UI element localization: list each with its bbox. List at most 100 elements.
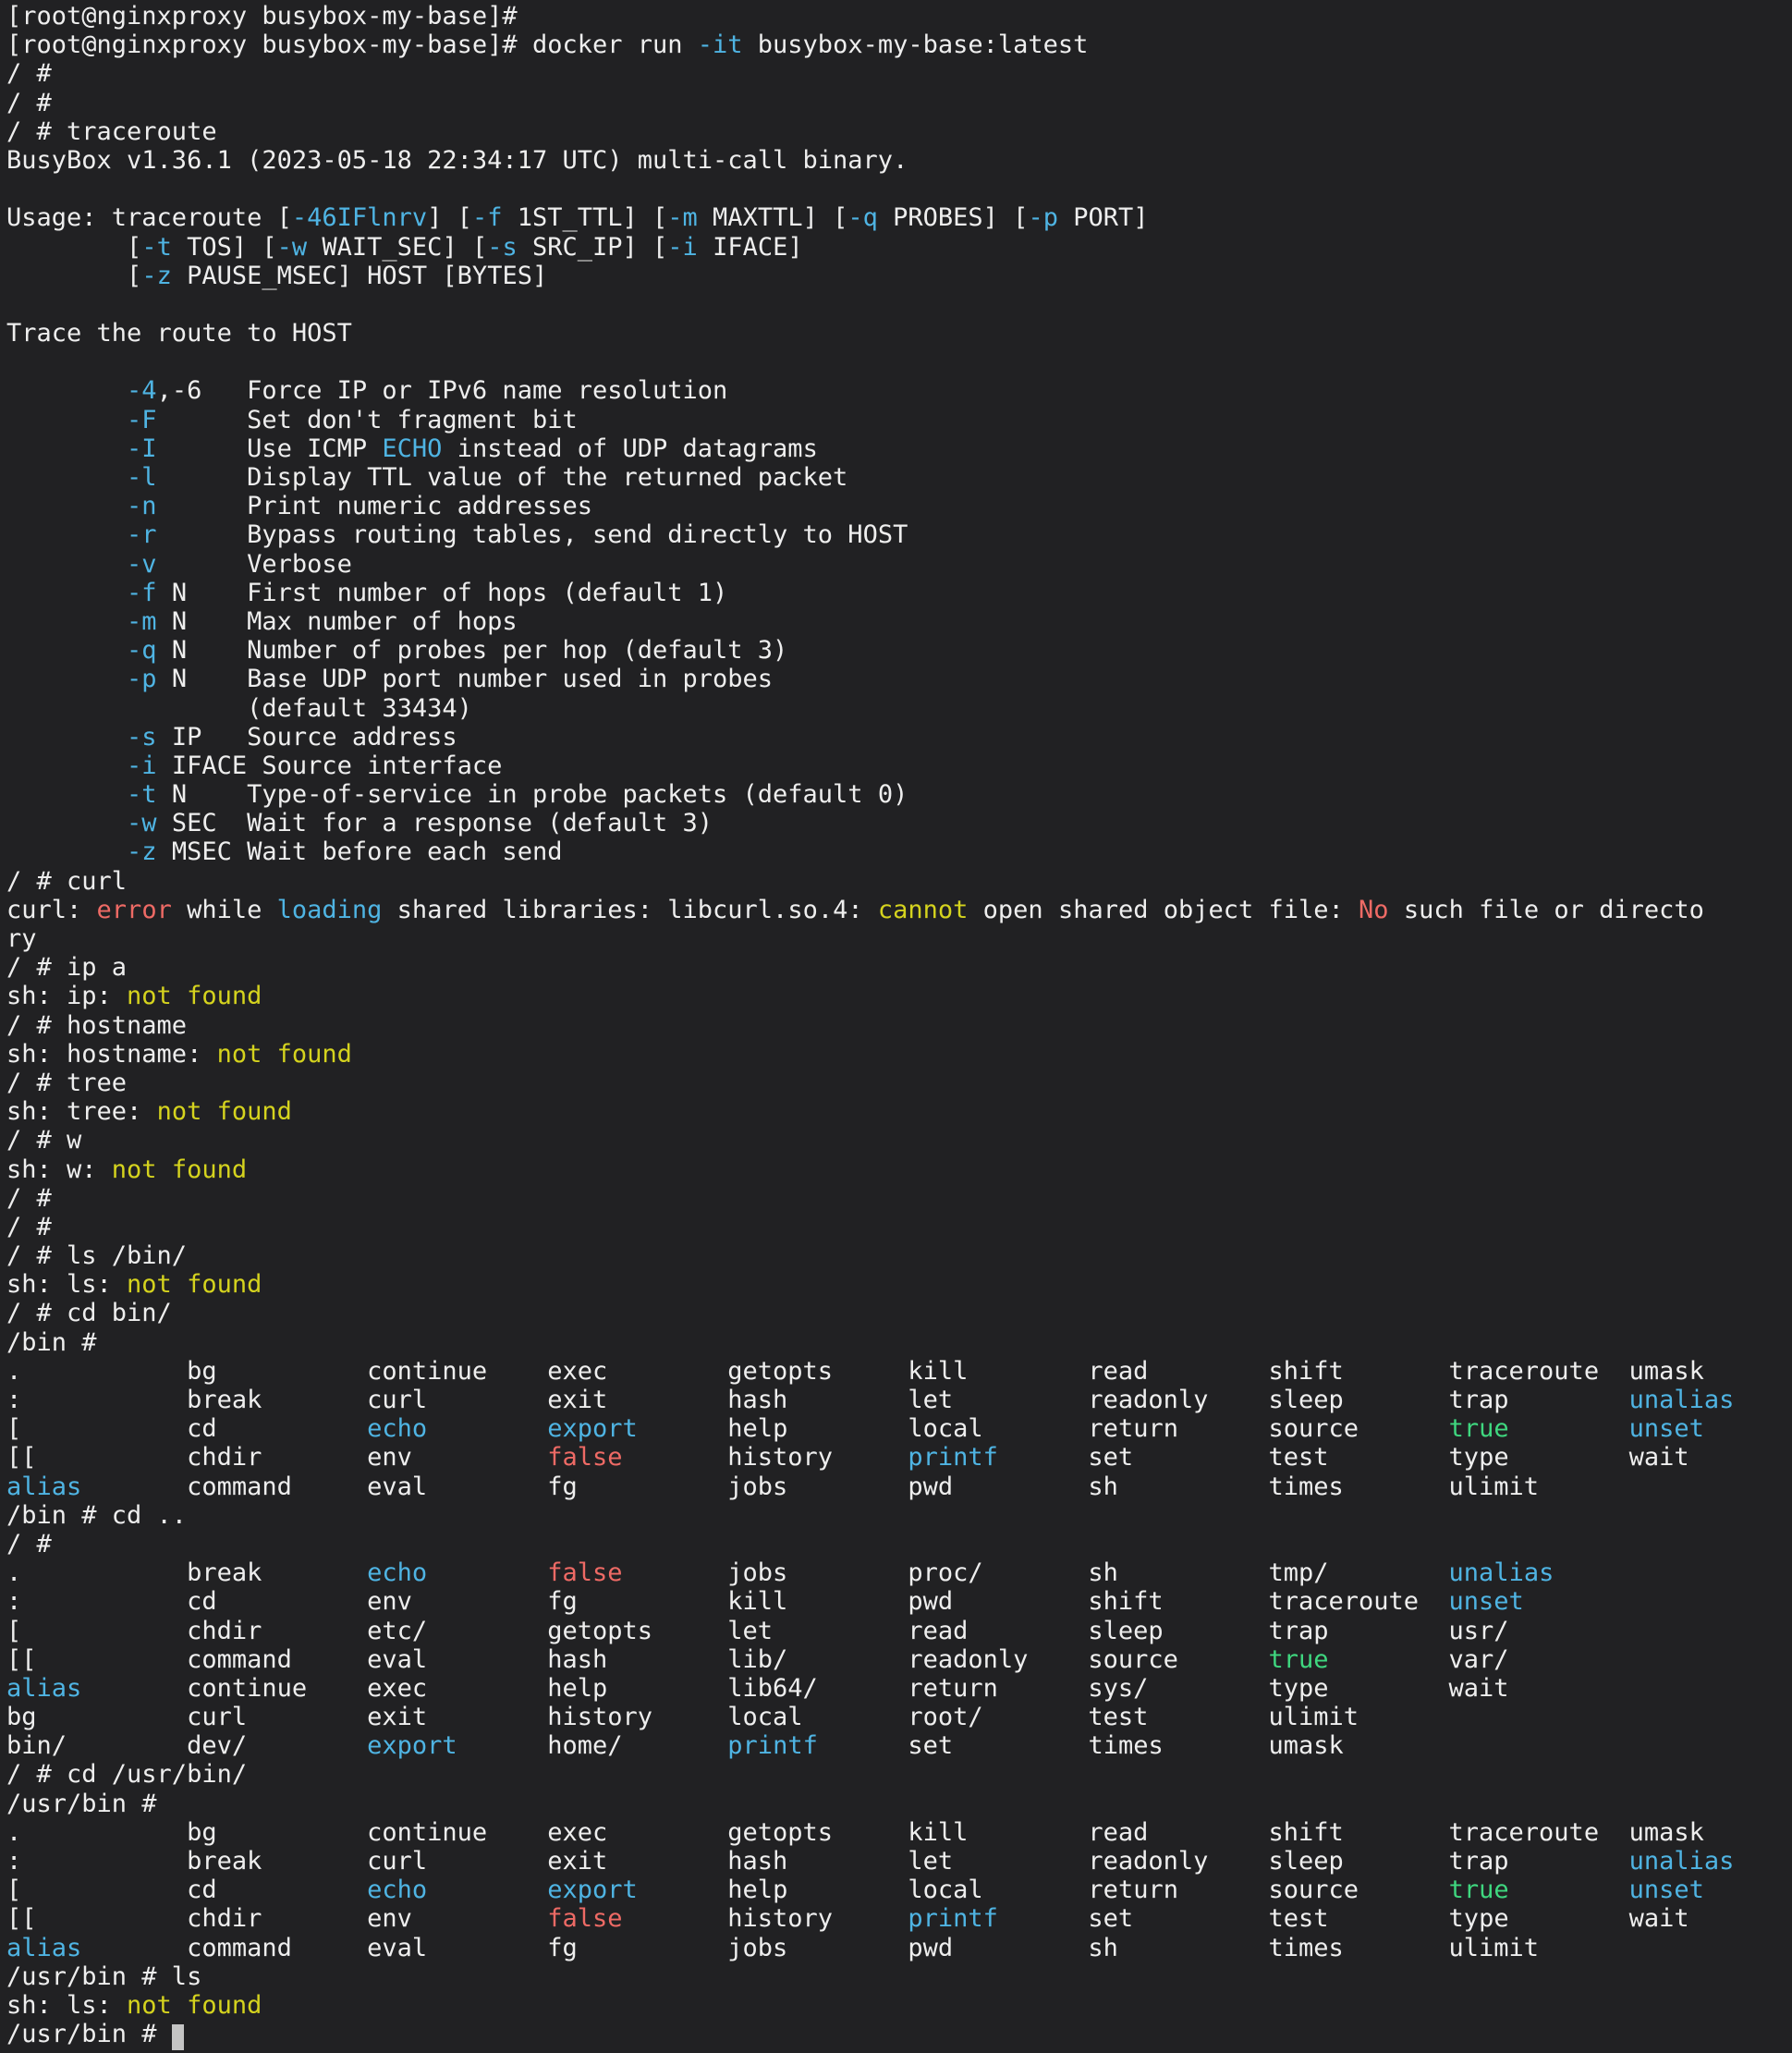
terminal-text: -z — [141, 262, 172, 290]
terminal-line: / # — [6, 1213, 1792, 1241]
terminal-line: -I Use ICMP ECHO instead of UDP datagram… — [6, 434, 1792, 463]
terminal-text: -l — [127, 463, 157, 492]
terminal-line: -q N Number of probes per hop (default 3… — [6, 636, 1792, 665]
terminal-text: not found — [127, 1270, 262, 1299]
terminal-line: alias continue exec help lib64/ return s… — [6, 1674, 1792, 1703]
terminal-line: (default 33434) — [6, 694, 1792, 723]
terminal-text — [6, 752, 127, 780]
terminal-line: -i IFACE Source interface — [6, 752, 1792, 780]
terminal-text: -f — [127, 579, 157, 607]
terminal-text: shared libraries: libcurl.so.4: — [382, 896, 877, 924]
terminal-text: [root@nginxproxy busybox-my-base]# — [6, 2, 518, 31]
terminal-text: -m — [127, 607, 157, 636]
terminal-text: / # hostname — [6, 1011, 187, 1040]
terminal-line: Trace the route to HOST — [6, 319, 1792, 348]
terminal-line: curl: error while loading shared librari… — [6, 896, 1792, 924]
terminal-text: Usage: traceroute [ — [6, 203, 292, 232]
terminal-text — [6, 579, 127, 607]
terminal-text: -s — [127, 723, 157, 752]
terminal-line: . break echo false jobs proc/ sh tmp/ un… — [6, 1558, 1792, 1587]
terminal-line: [root@nginxproxy busybox-my-base]# docke… — [6, 31, 1792, 59]
terminal-text: continue exec help lib64/ return sys/ ty… — [81, 1674, 1508, 1703]
terminal-text: IP Source address — [157, 723, 457, 752]
terminal-text — [6, 550, 127, 579]
terminal-line: [[ chdir env false history printf set te… — [6, 1443, 1792, 1472]
terminal-text: help local return source — [638, 1876, 1449, 1904]
terminal-text — [1509, 1414, 1629, 1443]
terminal-text: [[ command eval hash lib/ readonly sourc… — [6, 1645, 1268, 1674]
terminal-text: /bin # cd .. — [6, 1501, 187, 1530]
terminal-text: / # ls /bin/ — [6, 1241, 187, 1270]
terminal-text: open shared object file: — [968, 896, 1359, 924]
terminal-line: / # curl — [6, 867, 1792, 896]
terminal-text: [ cd — [6, 1414, 367, 1443]
terminal-text: set times umask — [818, 1731, 1344, 1760]
terminal-text: . bg continue exec getopts kill read shi… — [6, 1357, 1704, 1386]
terminal-text: 1ST_TTL] [ — [502, 203, 667, 232]
terminal-text: true — [1449, 1414, 1509, 1443]
terminal-text: /usr/bin # — [6, 2020, 172, 2048]
terminal[interactable]: [root@nginxproxy busybox-my-base]#[root@… — [0, 0, 1792, 2052]
terminal-text: Use ICMP — [157, 434, 383, 463]
terminal-line: /bin # — [6, 1328, 1792, 1357]
terminal-line — [6, 348, 1792, 376]
terminal-text: /usr/bin # ls — [6, 1962, 201, 1991]
terminal-text: / # — [6, 89, 52, 117]
terminal-text: . break — [6, 1558, 367, 1587]
terminal-text: -z — [127, 837, 157, 866]
terminal-text: loading — [277, 896, 383, 924]
terminal-text: true — [1268, 1645, 1328, 1674]
terminal-line: sh: tree: not found — [6, 1097, 1792, 1126]
terminal-text — [6, 406, 127, 434]
terminal-line: -F Set don't fragment bit — [6, 406, 1792, 434]
terminal-text: home/ — [457, 1731, 728, 1760]
terminal-text — [6, 837, 127, 866]
terminal-text: -q — [127, 636, 157, 665]
terminal-line: bin/ dev/ export home/ printf set times … — [6, 1731, 1792, 1760]
terminal-text: : break curl exit hash let readonly slee… — [6, 1847, 1629, 1876]
terminal-text: IFACE] — [698, 233, 803, 262]
terminal-text: Verbose — [157, 550, 352, 579]
terminal-text — [6, 520, 127, 549]
terminal-text: not found — [127, 982, 262, 1010]
terminal-text: -w — [127, 809, 157, 837]
terminal-text: export — [547, 1414, 638, 1443]
terminal-text: sh: ls: — [6, 1270, 127, 1299]
terminal-line: / # — [6, 59, 1792, 88]
terminal-text: not found — [217, 1040, 352, 1069]
terminal-line: BusyBox v1.36.1 (2023-05-18 22:34:17 UTC… — [6, 146, 1792, 175]
terminal-line: / # tree — [6, 1069, 1792, 1097]
terminal-line: [-t TOS] [-w WAIT_SEC] [-s SRC_IP] [-i I… — [6, 233, 1792, 262]
terminal-text: unalias — [1449, 1558, 1554, 1587]
terminal-text: / # cd bin/ — [6, 1299, 172, 1327]
terminal-text — [6, 665, 127, 693]
terminal-text: [[ chdir env — [6, 1904, 547, 1933]
terminal-text: [root@nginxproxy busybox-my-base]# docke… — [6, 31, 698, 59]
terminal-text: unset — [1629, 1876, 1704, 1904]
terminal-text: N First number of hops (default 1) — [157, 579, 728, 607]
terminal-text: /usr/bin # — [6, 1790, 157, 1818]
terminal-line: /usr/bin # — [6, 1790, 1792, 1818]
terminal-text: cannot — [878, 896, 969, 924]
terminal-line: . bg continue exec getopts kill read shi… — [6, 1818, 1792, 1847]
terminal-text: WAIT_SEC] [ — [307, 233, 487, 262]
terminal-text — [6, 463, 127, 492]
terminal-text: not found — [127, 1991, 262, 2020]
terminal-text: error — [97, 896, 172, 924]
terminal-text: -m — [667, 203, 698, 232]
terminal-text: -n — [127, 492, 157, 520]
terminal-text: sh: w: — [6, 1155, 112, 1184]
terminal-text: / # — [6, 59, 52, 88]
terminal-line: [[ chdir env false history printf set te… — [6, 1904, 1792, 1933]
terminal-text: false — [547, 1904, 622, 1933]
terminal-text: curl: — [6, 896, 97, 924]
terminal-line: bg curl exit history local root/ test ul… — [6, 1703, 1792, 1731]
terminal-line: [ chdir etc/ getopts let read sleep trap… — [6, 1617, 1792, 1645]
terminal-text: printf — [908, 1904, 998, 1933]
terminal-text: unalias — [1629, 1386, 1735, 1414]
terminal-text: -p — [1028, 203, 1058, 232]
terminal-line — [6, 175, 1792, 203]
terminal-text: alias — [6, 1473, 81, 1501]
terminal-line: [[ command eval hash lib/ readonly sourc… — [6, 1645, 1792, 1674]
terminal-text: alias — [6, 1674, 81, 1703]
